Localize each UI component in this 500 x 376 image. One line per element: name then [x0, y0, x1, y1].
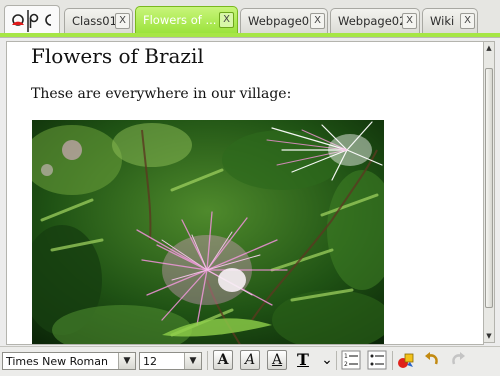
page-title: Flowers of Brazil	[31, 44, 204, 68]
tab-label: Webpage01	[248, 14, 317, 28]
insert-image-button[interactable]	[396, 350, 416, 370]
insert-image-icon	[398, 353, 414, 368]
svg-text:1: 1	[344, 353, 348, 360]
tab-label: Webpage02	[338, 14, 407, 28]
bold-button[interactable]: A	[213, 350, 233, 370]
tab-label: Flowers of ...	[143, 13, 217, 27]
tab-flowers-of-brazil[interactable]: Flowers of ... X	[135, 6, 238, 34]
scroll-up-arrow-icon[interactable]: ▲	[485, 43, 493, 53]
olpc-logo-icon	[12, 10, 52, 32]
close-tab-button[interactable]: X	[219, 12, 234, 28]
svg-text:2: 2	[344, 361, 348, 368]
format-toolbar: Times New Roman ▼ 12 ▼ A A A T ⌄ 1 2	[0, 346, 500, 376]
tab-class01[interactable]: Class01 X	[64, 8, 133, 33]
close-tab-button[interactable]: X	[402, 13, 417, 29]
font-size-value: 12	[143, 355, 157, 368]
scrollbar-thumb[interactable]	[485, 68, 493, 308]
active-tab-underline	[0, 33, 500, 37]
page-paragraph: These are everywhere in our village:	[31, 86, 292, 102]
tab-webpage02[interactable]: Webpage02 X	[330, 8, 420, 33]
bullet-list-button[interactable]	[367, 350, 387, 370]
toolbar-separator	[207, 351, 208, 370]
redo-icon	[452, 352, 465, 365]
tab-wiki[interactable]: Wiki X	[422, 8, 478, 33]
document-area[interactable]: Flowers of Brazil These are everywhere i…	[6, 41, 484, 345]
olpc-logo[interactable]	[4, 5, 60, 34]
tab-webpage01[interactable]: Webpage01 X	[240, 8, 328, 33]
close-tab-button[interactable]: X	[460, 13, 475, 29]
font-family-value: Times New Roman	[6, 355, 108, 368]
vertical-scrollbar[interactable]: ▲ ▼	[483, 41, 495, 343]
underline-button[interactable]: A	[267, 350, 287, 370]
close-tab-button[interactable]: X	[310, 13, 325, 29]
font-size-select[interactable]: 12 ▼	[139, 352, 202, 370]
redo-button[interactable]	[448, 350, 468, 370]
tab-bar: Class01 X Flowers of ... X Webpage01 X W…	[0, 0, 500, 38]
tab-label: Wiki	[430, 14, 455, 28]
scroll-down-arrow-icon[interactable]: ▼	[485, 331, 493, 341]
toolbar-separator	[392, 351, 393, 370]
undo-button[interactable]	[422, 350, 442, 370]
text-color-dropdown-icon[interactable]: ⌄	[317, 350, 337, 370]
undo-icon	[425, 352, 438, 365]
toolbar-separator	[336, 351, 337, 370]
text-color-button[interactable]: T	[293, 350, 313, 370]
tab-label: Class01	[72, 14, 117, 28]
numbered-list-button[interactable]: 1 2	[341, 350, 361, 370]
flower-photo	[32, 120, 384, 344]
bullet-list-icon	[367, 350, 387, 370]
italic-button[interactable]: A	[240, 350, 260, 370]
font-family-select[interactable]: Times New Roman ▼	[2, 352, 136, 370]
chevron-down-icon[interactable]: ▼	[184, 353, 201, 369]
chevron-down-icon[interactable]: ▼	[118, 353, 135, 369]
numbered-list-icon: 1 2	[341, 350, 361, 370]
close-tab-button[interactable]: X	[115, 13, 130, 29]
